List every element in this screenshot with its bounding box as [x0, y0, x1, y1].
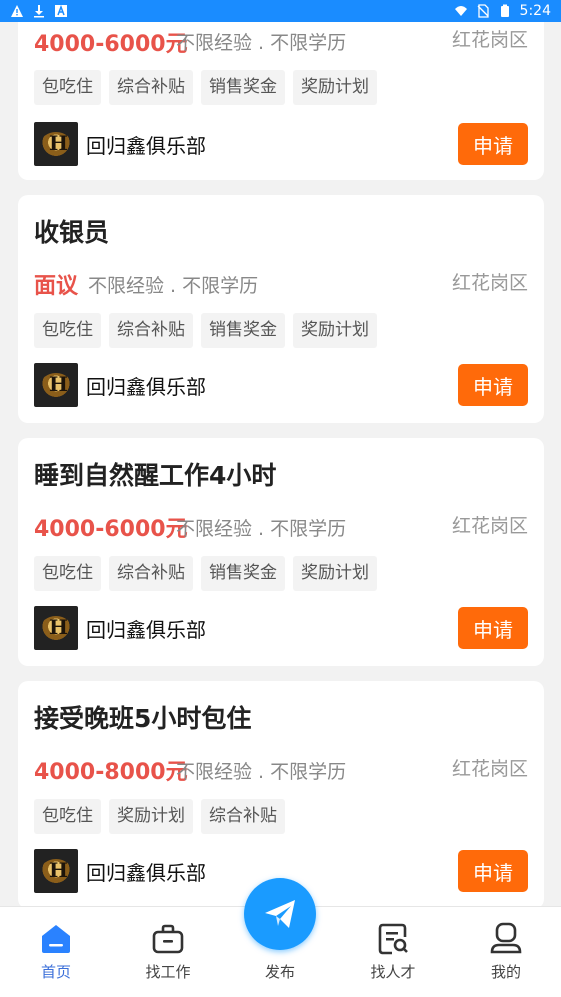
- company-name: 回归鑫俱乐部: [86, 133, 206, 158]
- job-title: 收银员: [34, 218, 110, 247]
- tag: 奖励计划: [293, 313, 377, 348]
- requirements: 不限经验 . 不限学历: [176, 761, 347, 783]
- company-info[interactable]: 回归鑫俱乐部: [34, 122, 206, 166]
- tab-label: 发布: [264, 963, 295, 981]
- tab-label: 找工作: [145, 963, 191, 981]
- tag: 奖励计划: [293, 70, 377, 105]
- wifi-icon: [454, 6, 467, 16]
- tag: 销售奖金: [201, 70, 285, 105]
- company-logo: [34, 122, 78, 166]
- job-title: 接受晚班5小时包住: [34, 704, 252, 733]
- apply-button[interactable]: 申请: [458, 607, 528, 649]
- paper-plane-icon: [265, 900, 295, 928]
- requirements: 不限经验 . 不限学历: [176, 518, 347, 540]
- apply-button[interactable]: 申请: [458, 850, 528, 892]
- company-name: 回归鑫俱乐部: [86, 860, 206, 885]
- requirements: 不限经验 . 不限学历: [176, 32, 347, 54]
- company-logo: [34, 363, 78, 407]
- status-bar: 5:24: [0, 0, 561, 22]
- salary: 4000-6000元: [34, 517, 188, 542]
- salary: 4000-8000元: [34, 760, 188, 785]
- tag: 包吃住: [34, 799, 101, 834]
- job-card[interactable]: 睡到自然醒工作4小时 4000-6000元 不限经验 . 不限学历 红花岗区 包…: [18, 438, 544, 666]
- district: 红花岗区: [451, 272, 528, 294]
- resume-search-icon: [378, 923, 408, 955]
- tag-list: 包吃住 综合补贴 销售奖金 奖励计划: [34, 556, 377, 591]
- briefcase-icon: [152, 924, 184, 954]
- salary: 面议: [34, 274, 79, 299]
- user-icon: [490, 922, 522, 954]
- tag: 包吃住: [34, 556, 101, 591]
- tab-home[interactable]: 首页: [16, 907, 96, 997]
- requirements: 不限经验 . 不限学历: [88, 275, 259, 297]
- tab-mine[interactable]: 我的: [466, 907, 546, 997]
- district: 红花岗区: [451, 515, 528, 537]
- apply-button[interactable]: 申请: [458, 364, 528, 406]
- tag: 综合补贴: [201, 799, 285, 834]
- no-sim-icon: [477, 4, 489, 18]
- job-card[interactable]: 收银员 面议 不限经验 . 不限学历 红花岗区 包吃住 综合补贴 销售奖金 奖励…: [18, 195, 544, 423]
- company-logo: [34, 606, 78, 650]
- publish-button[interactable]: [244, 878, 316, 950]
- company-info[interactable]: 回归鑫俱乐部: [34, 849, 206, 893]
- tab-find-job[interactable]: 找工作: [128, 907, 208, 997]
- tab-label: 首页: [40, 963, 71, 981]
- job-list[interactable]: 4000-6000元 不限经验 . 不限学历 红花岗区 包吃住 综合补贴 销售奖…: [0, 22, 561, 906]
- tag-list: 包吃住 综合补贴 销售奖金 奖励计划: [34, 70, 377, 105]
- download-icon: [34, 5, 44, 18]
- company-logo: [34, 849, 78, 893]
- tag: 综合补贴: [109, 556, 193, 591]
- warning-icon: [11, 5, 23, 17]
- tag: 销售奖金: [201, 313, 285, 348]
- status-time: 5:24: [519, 3, 551, 19]
- tag: 包吃住: [34, 70, 101, 105]
- tag: 包吃住: [34, 313, 101, 348]
- apply-button[interactable]: 申请: [458, 123, 528, 165]
- company-info[interactable]: 回归鑫俱乐部: [34, 606, 206, 650]
- job-title: 睡到自然醒工作4小时: [34, 461, 277, 490]
- battery-icon: [500, 4, 509, 17]
- tag: 综合补贴: [109, 70, 193, 105]
- tab-label: 找人才: [370, 963, 416, 981]
- tag: 奖励计划: [109, 799, 193, 834]
- home-icon: [42, 925, 70, 953]
- salary: 4000-6000元: [34, 32, 188, 57]
- tag-list: 包吃住 综合补贴 销售奖金 奖励计划: [34, 313, 377, 348]
- company-info[interactable]: 回归鑫俱乐部: [34, 363, 206, 407]
- tab-find-talent[interactable]: 找人才: [353, 907, 433, 997]
- company-name: 回归鑫俱乐部: [86, 617, 206, 642]
- company-name: 回归鑫俱乐部: [86, 374, 206, 399]
- app-a-icon: [55, 4, 67, 17]
- tag: 销售奖金: [201, 556, 285, 591]
- tab-label: 我的: [490, 963, 521, 981]
- job-card[interactable]: 4000-6000元 不限经验 . 不限学历 红花岗区 包吃住 综合补贴 销售奖…: [18, 22, 544, 180]
- tag: 奖励计划: [293, 556, 377, 591]
- tag-list: 包吃住 奖励计划 综合补贴: [34, 799, 285, 834]
- district: 红花岗区: [451, 29, 528, 51]
- tag: 综合补贴: [109, 313, 193, 348]
- job-card[interactable]: 接受晚班5小时包住 4000-8000元 不限经验 . 不限学历 红花岗区 包吃…: [18, 681, 544, 906]
- district: 红花岗区: [451, 758, 528, 780]
